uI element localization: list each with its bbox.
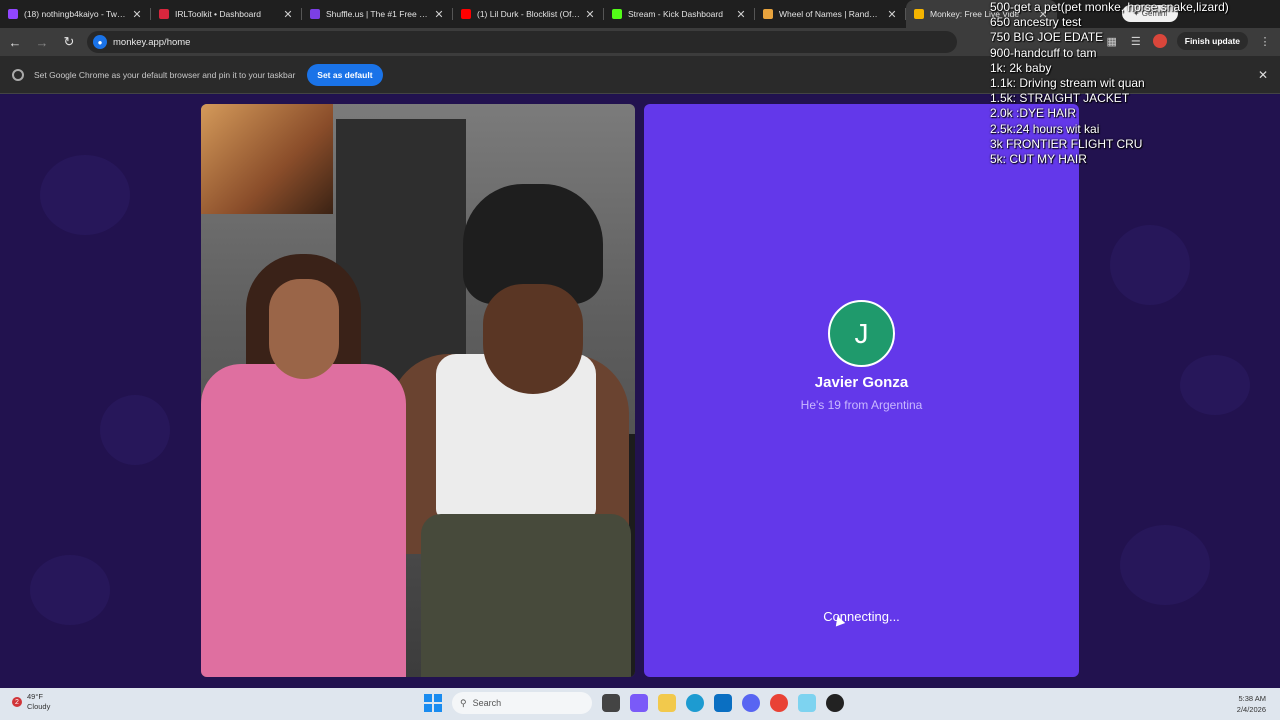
tab-close-icon[interactable]: ✕: [584, 8, 596, 21]
tab-title: Wheel of Names | Random n: [779, 9, 882, 19]
match-info: He's 19 from Argentina: [800, 398, 923, 412]
goal-item: 2.0k :DYE HAIR: [990, 106, 1077, 121]
search-icon: ⚲: [460, 697, 467, 708]
tab-title: Stream - Kick Dashboard: [628, 9, 723, 19]
tab-title: Shuffle.us | The #1 Free to Pl: [326, 9, 429, 19]
match-name: Javier Gonza: [814, 374, 909, 391]
taskbar-search[interactable]: ⚲ Search: [452, 692, 592, 714]
tab-favicon-icon: [8, 9, 18, 19]
clock-time: 5:38 AM: [1238, 694, 1266, 703]
address-bar[interactable]: ● monkey.app/home: [87, 31, 957, 53]
weather-widget[interactable]: 2 49°F Cloudy: [12, 692, 50, 712]
goal-item: 650 ancestry test: [990, 15, 1082, 30]
weather-condition: Cloudy: [27, 702, 51, 711]
match-avatar: J: [828, 300, 895, 367]
tab-favicon-icon: [914, 9, 924, 19]
connecting-status: Connecting...: [823, 609, 900, 624]
tab-close-icon[interactable]: ✕: [735, 8, 747, 21]
copilot-icon[interactable]: [630, 694, 648, 712]
background-pattern: [100, 395, 170, 465]
background-pattern: [1110, 225, 1190, 305]
goal-item: 1k: 2k baby: [990, 60, 1052, 75]
goal-item: 500-get a pet(pet monke, horse,snake,liz…: [990, 0, 1229, 14]
background-pattern: [1180, 355, 1250, 415]
forward-icon[interactable]: →: [30, 30, 54, 54]
tab-favicon-icon: [159, 9, 169, 19]
browser-tab[interactable]: (1) Lil Durk - Blocklist (Officia ✕: [453, 0, 604, 28]
reload-icon[interactable]: ↻: [57, 30, 81, 54]
browser-tab[interactable]: Stream - Kick Dashboard ✕: [604, 0, 755, 28]
url-text[interactable]: monkey.app/home: [113, 37, 190, 48]
taskbar: 2 49°F Cloudy ⚲ Search 5:38 AM 2/4/2026: [0, 688, 1280, 720]
infobar-message: Set Google Chrome as your default browse…: [34, 69, 296, 80]
goal-item: 2.5k:24 hours wit kai: [990, 121, 1100, 136]
goal-item: 1.5k: STRAIGHT JACKET: [990, 91, 1130, 106]
background-pattern: [40, 155, 130, 235]
weather-temperature: 49°F: [27, 692, 43, 701]
clock-date: 2/4/2026: [1236, 705, 1266, 714]
goal-item: 750 BIG JOE EDATE: [990, 30, 1104, 45]
tab-title: (1) Lil Durk - Blocklist (Officia: [477, 9, 580, 19]
tab-favicon-icon: [612, 9, 622, 19]
self-video: [201, 104, 635, 677]
taskbar-apps: ⚲ Search: [424, 692, 844, 714]
windows-start-icon[interactable]: [424, 694, 442, 712]
browser-tab[interactable]: Wheel of Names | Random n ✕: [755, 0, 906, 28]
background-pattern: [1120, 525, 1210, 605]
tab-title: (18) nothingb4kaiyo - Twitch: [24, 9, 127, 19]
tab-close-icon[interactable]: ✕: [433, 8, 445, 21]
goal-item: 3k FRONTIER FLIGHT CRU: [990, 136, 1143, 151]
tab-favicon-icon: [461, 9, 471, 19]
discord-icon[interactable]: [742, 694, 760, 712]
page-background: [0, 95, 1280, 688]
system-clock[interactable]: 5:38 AM 2/4/2026: [1237, 693, 1266, 715]
edge-icon[interactable]: [686, 694, 704, 712]
store-icon[interactable]: [714, 694, 732, 712]
notification-badge: 2: [12, 697, 22, 707]
obs-icon[interactable]: [826, 694, 844, 712]
tv-screen: [201, 104, 333, 214]
browser-tab[interactable]: Shuffle.us | The #1 Free to Pl ✕: [302, 0, 453, 28]
goal-item: 1.1k: Driving stream wit quan: [990, 76, 1145, 91]
goal-item: 5k: CUT MY HAIR: [990, 152, 1087, 167]
stream-goals-overlay: 500-get a pet(pet monke, horse,snake,liz…: [990, 0, 1280, 167]
tab-close-icon[interactable]: ✕: [886, 8, 898, 21]
search-placeholder: Search: [472, 698, 502, 708]
site-info-icon[interactable]: ●: [93, 35, 107, 49]
browser-tab[interactable]: IRLToolkit • Dashboard ✕: [151, 0, 302, 28]
browser-tab[interactable]: (18) nothingb4kaiyo - Twitch ✕: [0, 0, 151, 28]
app-icon[interactable]: [798, 694, 816, 712]
set-default-button[interactable]: Set as default: [307, 63, 383, 86]
chrome-taskbar-icon[interactable]: [770, 694, 788, 712]
file-explorer-icon[interactable]: [658, 694, 676, 712]
tab-favicon-icon: [310, 9, 320, 19]
tab-close-icon[interactable]: ✕: [131, 8, 143, 21]
back-icon[interactable]: ←: [3, 30, 27, 54]
background-pattern: [30, 555, 110, 625]
goal-item: 900-handcuff to tam: [990, 45, 1097, 60]
chrome-icon: [12, 68, 24, 81]
tab-close-icon[interactable]: ✕: [282, 8, 294, 21]
task-view-icon[interactable]: [602, 694, 620, 712]
tab-favicon-icon: [763, 9, 773, 19]
tab-title: IRLToolkit • Dashboard: [175, 9, 261, 19]
